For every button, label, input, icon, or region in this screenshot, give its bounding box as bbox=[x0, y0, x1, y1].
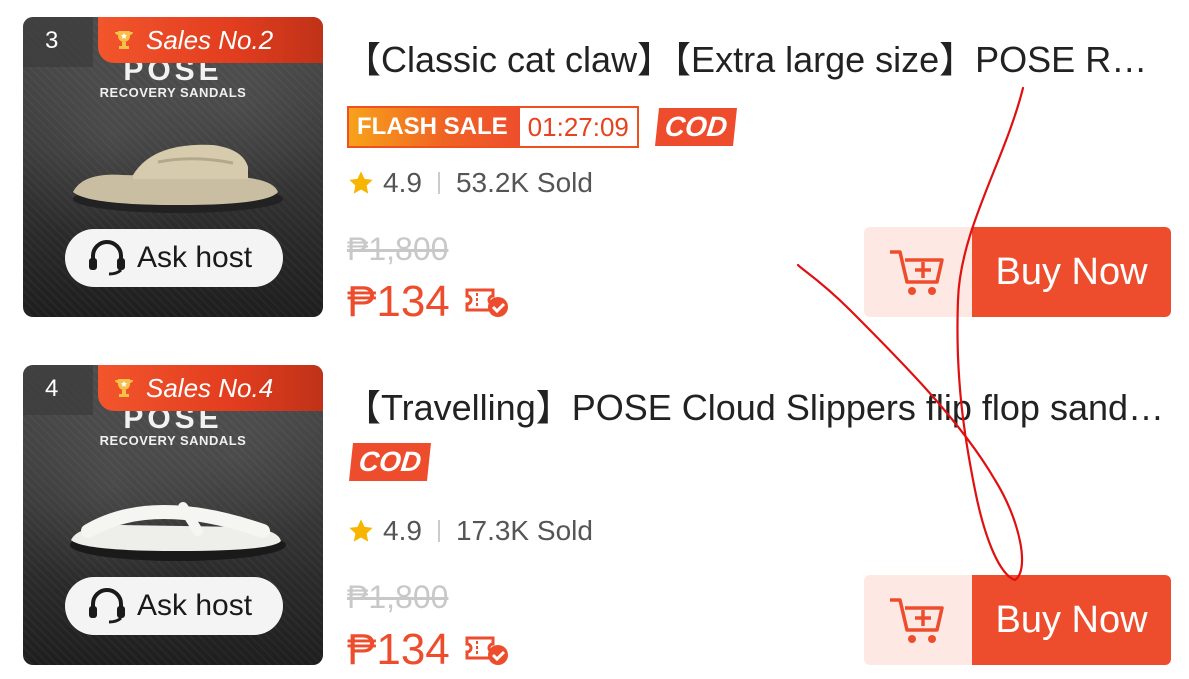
sales-rank-badge: Sales No.4 bbox=[98, 365, 323, 411]
product-tags: FLASH SALE 01:27:09 COD bbox=[347, 106, 738, 148]
buy-now-button[interactable]: Buy Now bbox=[972, 575, 1171, 665]
sale-price: ₱134 bbox=[347, 625, 450, 674]
sandal-image bbox=[73, 144, 283, 213]
price-row: ₱134 bbox=[347, 625, 510, 675]
sales-badge-label: Sales No.4 bbox=[146, 372, 274, 403]
rating-row: 4.9 53.2K Sold bbox=[347, 167, 593, 199]
sold-count: 53.2K Sold bbox=[455, 167, 593, 198]
ask-host-button[interactable]: Ask host bbox=[65, 577, 283, 635]
cart-plus-icon bbox=[890, 250, 944, 295]
rating-divider bbox=[437, 520, 440, 542]
star-icon bbox=[349, 519, 373, 542]
price-row: ₱134 bbox=[347, 277, 510, 327]
trophy-icon bbox=[115, 31, 133, 49]
ask-host-label: Ask host bbox=[137, 589, 253, 622]
rating-value: 4.9 bbox=[383, 167, 422, 198]
original-price: ₱1,800 bbox=[347, 579, 449, 615]
product-thumbnail[interactable]: POSE RECOVERY SANDALS 3 Sales No.2 Ask h… bbox=[23, 17, 323, 317]
cart-plus-icon bbox=[890, 598, 944, 643]
rating-row: 4.9 17.3K Sold bbox=[347, 515, 593, 547]
sold-count: 17.3K Sold bbox=[455, 515, 593, 546]
sales-badge-label: Sales No.2 bbox=[146, 24, 274, 55]
headset-icon bbox=[89, 240, 125, 276]
rank-number: 4 bbox=[23, 365, 93, 415]
rating-value: 4.9 bbox=[383, 515, 422, 546]
product-title[interactable]: 【Classic cat claw】【Extra large size】POSE… bbox=[345, 31, 1165, 83]
rank-number: 3 bbox=[23, 17, 93, 67]
voucher-check-icon bbox=[465, 288, 508, 317]
cod-badge: COD bbox=[654, 108, 738, 146]
original-price: ₱1,800 bbox=[347, 231, 449, 267]
add-to-cart-button[interactable] bbox=[864, 575, 972, 665]
product-title[interactable]: 【Travelling】POSE Cloud Slippers flip flo… bbox=[345, 379, 1165, 431]
cod-badge: COD bbox=[349, 443, 432, 481]
sales-rank-badge: Sales No.2 bbox=[98, 17, 323, 63]
thumbnail-subtitle: RECOVERY SANDALS bbox=[99, 85, 247, 100]
product-card[interactable]: POSE RECOVERY SANDALS 3 Sales No.2 Ask h… bbox=[0, 17, 1189, 326]
buy-now-button[interactable]: Buy Now bbox=[972, 227, 1171, 317]
voucher-check-icon bbox=[465, 636, 508, 665]
sale-price: ₱134 bbox=[347, 277, 450, 326]
product-card[interactable]: POSE RECOVERY SANDALS 4 Sales No.4 Ask h… bbox=[0, 365, 1189, 674]
product-tags: COD bbox=[347, 441, 432, 483]
trophy-icon bbox=[115, 379, 133, 397]
thumbnail-subtitle: RECOVERY SANDALS bbox=[99, 433, 247, 448]
rating-divider bbox=[437, 172, 440, 194]
star-icon bbox=[349, 171, 373, 194]
flash-sale-tag: FLASH SALE 01:27:09 bbox=[347, 106, 639, 148]
sandal-image bbox=[70, 502, 286, 561]
product-thumbnail[interactable]: POSE RECOVERY SANDALS 4 Sales No.4 Ask h… bbox=[23, 365, 323, 665]
headset-icon bbox=[89, 588, 125, 624]
flash-sale-label: FLASH SALE bbox=[349, 108, 520, 146]
add-to-cart-button[interactable] bbox=[864, 227, 972, 317]
ask-host-button[interactable]: Ask host bbox=[65, 229, 283, 287]
ask-host-label: Ask host bbox=[137, 241, 253, 274]
flash-sale-timer: 01:27:09 bbox=[519, 108, 637, 146]
